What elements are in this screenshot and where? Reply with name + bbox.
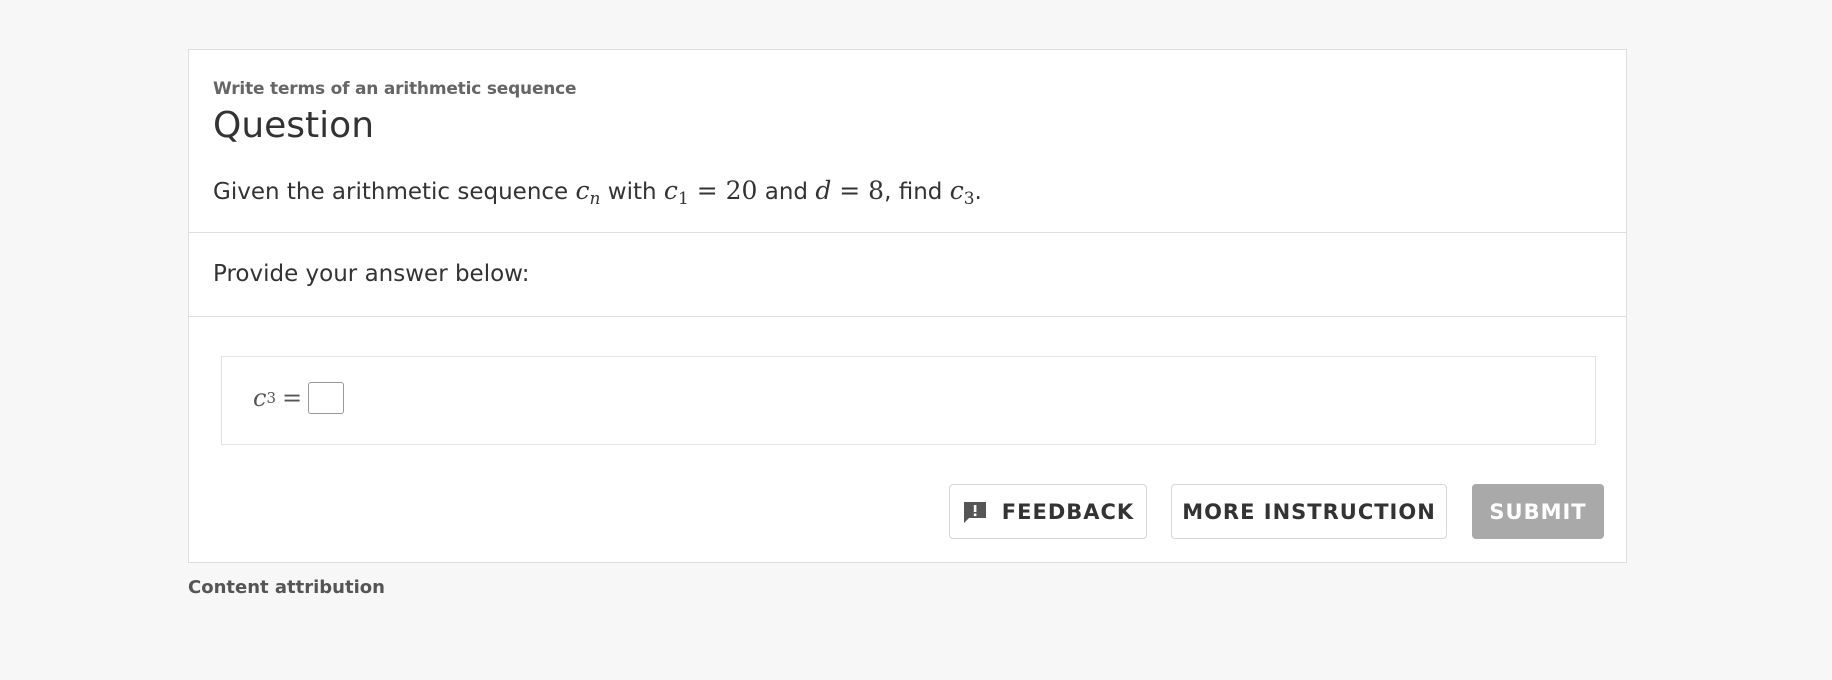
- question-text-part: Given the arithmetic sequence: [213, 179, 576, 205]
- answer-input[interactable]: [308, 382, 345, 414]
- math-var: c: [949, 176, 964, 205]
- question-text-part: with: [600, 179, 664, 205]
- answer-expression: c3 =: [253, 382, 345, 414]
- prompt-section: Provide your answer below:: [189, 233, 1626, 317]
- math-sub: 3: [963, 189, 975, 209]
- math-var: c: [575, 176, 590, 205]
- question-text-part: .: [974, 179, 982, 205]
- more-instruction-button[interactable]: MORE INSTRUCTION: [1171, 484, 1447, 539]
- answer-box: c3 =: [221, 356, 1596, 445]
- feedback-icon: [963, 501, 986, 523]
- math-c3: c3: [949, 176, 975, 208]
- math-var: d: [815, 176, 832, 205]
- feedback-label: FEEDBACK: [1001, 499, 1135, 524]
- question-text: Given the arithmetic sequence cn with c1…: [213, 176, 982, 208]
- submit-button[interactable]: SUBMIT: [1472, 484, 1604, 539]
- topic-label: Write terms of an arithmetic sequence: [213, 79, 577, 99]
- answer-prompt: Provide your answer below:: [213, 261, 530, 287]
- answer-var: c: [253, 384, 267, 412]
- answer-equals: =: [282, 384, 303, 412]
- math-cn: cn: [575, 176, 601, 208]
- math-rest: = 20: [688, 176, 758, 205]
- question-title: Question: [213, 105, 375, 146]
- feedback-button[interactable]: FEEDBACK: [949, 484, 1147, 539]
- math-sub: n: [589, 189, 601, 209]
- math-var: c: [663, 176, 678, 205]
- math-c1: c1 = 20: [663, 176, 758, 208]
- question-card: Write terms of an arithmetic sequence Qu…: [188, 49, 1627, 563]
- math-rest: = 8: [831, 176, 885, 205]
- question-text-part: , find: [884, 179, 950, 205]
- content-attribution-link[interactable]: Content attribution: [188, 577, 385, 598]
- math-d: d = 8: [815, 176, 884, 205]
- question-text-part: and: [757, 179, 816, 205]
- math-sub: 1: [677, 189, 689, 209]
- question-header: Write terms of an arithmetic sequence Qu…: [189, 50, 1626, 233]
